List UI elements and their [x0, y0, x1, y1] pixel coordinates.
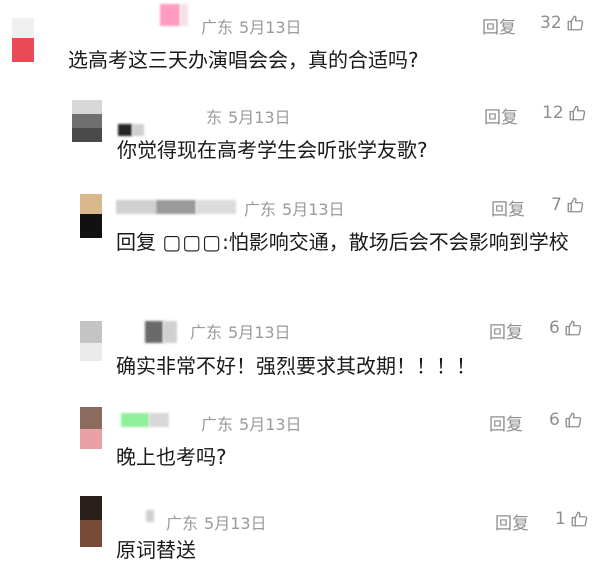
like-button[interactable]: 6	[549, 410, 582, 430]
username-blurred[interactable]	[145, 321, 181, 343]
comment-text: 晚上也考吗?	[116, 445, 227, 469]
reply-button[interactable]: 回复	[489, 318, 523, 343]
reply-prefix: 回复	[116, 230, 156, 254]
avatar[interactable]	[80, 407, 102, 449]
comment-location: 广东	[201, 415, 234, 434]
comment-date: 5月13日	[282, 200, 345, 219]
comment-item: 广东 5月13日 回复 1 原词替送	[0, 490, 600, 562]
comment-item: 广东 5月13日 回复 7 回复 ▢▢▢:怕影响交通，散场后会不会影响到学校	[0, 182, 600, 302]
avatar[interactable]	[80, 194, 102, 238]
thumbs-up-icon	[565, 412, 582, 428]
thumbs-up-icon	[567, 15, 583, 31]
comment-date: 5月13日	[228, 323, 291, 342]
like-count: 6	[549, 410, 560, 430]
comment-text: 选高考这三天办演唱会会，真的合适吗?	[68, 48, 419, 72]
reply-target-user[interactable]: ▢▢▢	[162, 230, 222, 254]
username-blurred[interactable]	[160, 4, 190, 26]
reply-button[interactable]: 回复	[482, 13, 516, 38]
like-button[interactable]: 6	[549, 318, 582, 338]
avatar[interactable]	[80, 321, 102, 361]
comment-meta: 广东 5月13日	[166, 510, 273, 534]
comment-item: 广东 5月13日 回复 6 确实非常不好！强烈要求其改期！！！！	[0, 305, 600, 395]
like-button[interactable]: 12	[542, 103, 586, 123]
comment-text: 你觉得现在高考学生会听张学友歌?	[117, 138, 428, 162]
comment-date: 5月13日	[204, 514, 267, 533]
like-count: 1	[555, 509, 566, 529]
comment-date: 5月13日	[239, 415, 302, 434]
comment-location: 广东	[201, 18, 234, 37]
thumbs-up-icon	[569, 105, 585, 121]
like-count: 6	[549, 318, 560, 338]
comment-location: 广东	[244, 200, 277, 219]
like-button[interactable]: 1	[555, 509, 588, 529]
comment-location: 广东	[190, 323, 223, 342]
reply-button[interactable]: 回复	[484, 103, 518, 128]
username-blurred[interactable]	[116, 196, 242, 218]
comment-item: 广东 5月13日 回复 32 选高考这三天办演唱会会，真的合适吗?	[0, 0, 600, 90]
username-blurred[interactable]	[121, 411, 177, 433]
comment-location: 东	[206, 108, 223, 127]
comment-meta: 广东 5月13日	[190, 319, 297, 343]
comment-text: 确实非常不好！强烈要求其改期！！！！	[116, 354, 476, 378]
username-blurred[interactable]	[146, 510, 156, 532]
comment-meta: 广东 5月13日	[201, 411, 308, 435]
like-count: 32	[540, 13, 562, 33]
like-button[interactable]: 32	[540, 13, 584, 33]
reply-button[interactable]: 回复	[489, 410, 523, 435]
reply-button[interactable]: 回复	[491, 195, 525, 220]
comment-text: 原词替送	[116, 538, 196, 562]
avatar[interactable]	[80, 496, 102, 547]
thumbs-up-icon	[571, 511, 588, 527]
like-button[interactable]: 7	[551, 195, 584, 215]
comment-text: 回复 ▢▢▢:怕影响交通，散场后会不会影响到学校	[116, 226, 576, 258]
comment-item: 东 5月13日 回复 12 你觉得现在高考学生会听张学友歌?	[0, 90, 600, 180]
thumbs-up-icon	[565, 320, 582, 336]
comment-meta: 东 5月13日	[206, 104, 297, 128]
like-count: 12	[542, 103, 564, 123]
like-count: 7	[551, 195, 562, 215]
comment-body: :怕影响交通，散场后会不会影响到学校	[222, 230, 569, 254]
avatar[interactable]	[12, 18, 34, 62]
comment-meta: 广东 5月13日	[201, 14, 308, 38]
comment-meta: 广东 5月13日	[244, 196, 351, 220]
thumbs-up-icon	[567, 197, 584, 213]
comment-date: 5月13日	[239, 18, 302, 37]
comment-date: 5月13日	[228, 108, 291, 127]
comment-item: 广东 5月13日 回复 6 晚上也考吗?	[0, 397, 600, 485]
avatar[interactable]	[72, 100, 102, 142]
comment-location: 广东	[166, 514, 199, 533]
reply-button[interactable]: 回复	[495, 509, 529, 534]
